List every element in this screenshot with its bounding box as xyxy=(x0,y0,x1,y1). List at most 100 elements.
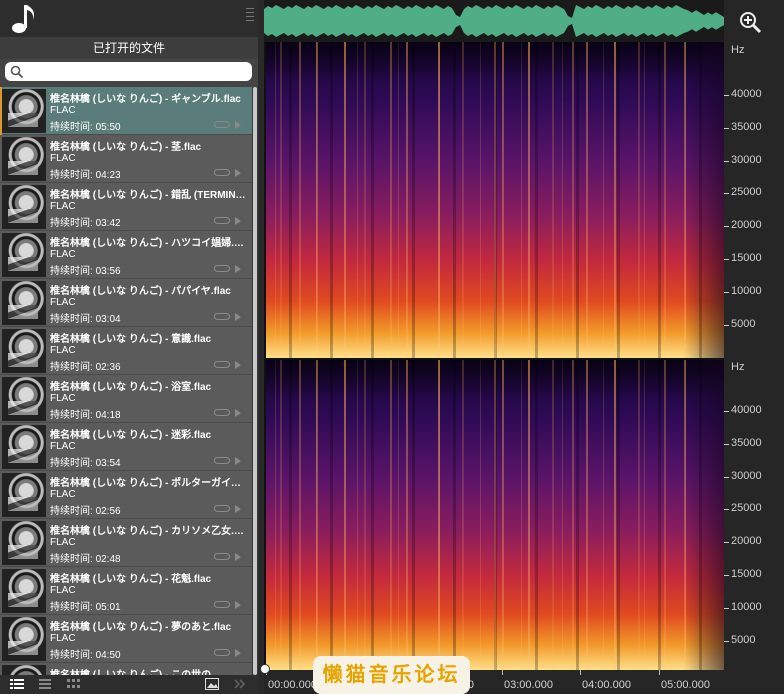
play-icon[interactable] xyxy=(235,361,241,369)
music-note-icon[interactable] xyxy=(8,2,38,36)
zoom-in-icon[interactable] xyxy=(738,10,762,34)
play-icon[interactable] xyxy=(235,409,241,417)
collapse-icon[interactable] xyxy=(233,678,247,690)
album-art-thumbnail xyxy=(2,569,46,613)
file-name: 椎名林檎 (しいな りんご) - カリソメ乙女.flac xyxy=(50,526,246,537)
file-list-item[interactable]: 椎名林檎 (しいな りんご) - 迷彩.flac FLAC 持续时间: 03:54 xyxy=(0,423,252,471)
file-duration: 持续时间: 04:23 xyxy=(50,166,121,181)
frequency-tick-label: 5000 xyxy=(731,634,756,646)
time-tick xyxy=(502,670,503,675)
frequency-tick xyxy=(724,542,729,543)
play-icon[interactable] xyxy=(235,121,241,129)
detail-view-icon[interactable] xyxy=(38,678,52,690)
play-icon[interactable] xyxy=(235,553,241,561)
spectrogram-channel-right[interactable] xyxy=(266,360,724,670)
play-icon[interactable] xyxy=(235,505,241,513)
file-list-item[interactable]: 椎名林檎 (しいな りんご) - ハツコイ娼婦.flac FLAC 持续时间: 03… xyxy=(0,231,252,279)
spectral-streak xyxy=(614,42,616,358)
file-list-item[interactable]: 椎名林檎 (しいな りんご) - この世のFLAC持续时间: xyxy=(0,663,252,675)
file-name: 椎名林檎 (しいな りんご) - 茎.flac xyxy=(50,142,202,153)
drag-handle-icon[interactable] xyxy=(246,6,254,26)
file-list-item[interactable]: 椎名林檎 (しいな りんご) - 茎.flac FLAC 持续时间: 04:23 xyxy=(0,135,252,183)
spectral-streak xyxy=(494,360,496,670)
spectral-streak xyxy=(390,42,392,358)
duration-label: 持续时间: xyxy=(50,122,96,133)
spectral-streak xyxy=(528,42,530,358)
duration-label: 持续时间: xyxy=(50,650,96,661)
time-tick xyxy=(659,670,660,675)
spectral-streak xyxy=(552,42,554,358)
toggle-icon[interactable] xyxy=(214,361,230,368)
time-tick-label: 04:00.000 xyxy=(582,679,631,691)
file-duration: 持续时间: 05:50 xyxy=(50,118,121,133)
file-name: 椎名林檎 (しいな りんご) - 夢のあと.flac xyxy=(50,622,232,633)
frequency-tick xyxy=(724,259,729,260)
play-icon[interactable] xyxy=(235,649,241,657)
toggle-icon[interactable] xyxy=(214,121,230,128)
frequency-tick xyxy=(724,575,729,576)
play-icon[interactable] xyxy=(235,457,241,465)
waveform-overview[interactable] xyxy=(264,0,724,42)
file-name: 椎名林檎 (しいな りんご) - 意識.flac xyxy=(50,334,212,345)
spectral-streak xyxy=(586,42,588,358)
toggle-icon[interactable] xyxy=(214,217,230,224)
play-icon[interactable] xyxy=(235,169,241,177)
file-list-item[interactable]: 椎名林檎 (しいな りんご) - 花魁.flac FLAC 持续时间: 05:01 xyxy=(0,567,252,615)
file-list-item[interactable]: 椎名林檎 (しいな りんご) - 錯乱 (TERMINAL).flacFLAC 持… xyxy=(0,183,252,231)
list-view-icon[interactable] xyxy=(10,678,24,690)
file-list-item[interactable]: 椎名林檎 (しいな りんご) - ポルターガイスト.flacFLAC 持续时间: … xyxy=(0,471,252,519)
spectral-streak xyxy=(572,42,574,358)
file-list-item[interactable]: 椎名林檎 (しいな りんご) - カリソメ乙女.flac FLAC 持续时间: 02… xyxy=(0,519,252,567)
toggle-icon[interactable] xyxy=(214,265,230,272)
file-duration: 持续时间: 05:01 xyxy=(50,598,121,613)
search-input[interactable] xyxy=(5,62,252,81)
spectral-streak xyxy=(586,360,588,670)
spectral-streak xyxy=(502,42,504,358)
album-art-thumbnail xyxy=(2,473,46,517)
spectral-streak xyxy=(344,42,346,358)
file-list: 椎名林檎 (しいな りんご) - ギャンブル.flac FLAC 持续时间: 05:… xyxy=(0,87,252,675)
file-format: FLAC xyxy=(50,201,76,212)
file-list-item[interactable]: 椎名林檎 (しいな りんご) - 浴室.flac FLAC 持续时间: 04:18 xyxy=(0,375,252,423)
file-list-item[interactable]: 椎名林檎 (しいな りんご) - ギャンブル.flac FLAC 持续时间: 05:… xyxy=(0,87,252,135)
playhead-handle[interactable] xyxy=(260,664,270,674)
toggle-icon[interactable] xyxy=(214,649,230,656)
toggle-icon[interactable] xyxy=(214,409,230,416)
album-art-thumbnail xyxy=(2,137,46,181)
play-icon[interactable] xyxy=(235,601,241,609)
image-icon[interactable] xyxy=(205,678,219,690)
toggle-icon[interactable] xyxy=(214,601,230,608)
play-icon[interactable] xyxy=(235,265,241,273)
file-name: 椎名林檎 (しいな りんご) - ギャンブル.flac xyxy=(50,94,241,105)
duration-label: 持续时间: xyxy=(50,362,96,373)
duration-value: 04:18 xyxy=(95,410,121,421)
frequency-unit-label: Hz xyxy=(731,361,745,373)
duration-value: 05:01 xyxy=(95,602,121,613)
search-icon xyxy=(10,65,24,79)
file-list-item[interactable]: 椎名林檎 (しいな りんご) - パパイヤ.flac FLAC 持续时间: 03:0… xyxy=(0,279,252,327)
file-name: 椎名林檎 (しいな りんご) - パパイヤ.flac xyxy=(50,286,231,297)
play-icon[interactable] xyxy=(235,313,241,321)
toggle-icon[interactable] xyxy=(214,457,230,464)
file-list-item[interactable]: 椎名林檎 (しいな りんご) - 夢のあと.flac FLAC 持续时间: 04:5… xyxy=(0,615,252,663)
file-format: FLAC xyxy=(50,537,76,548)
toggle-icon[interactable] xyxy=(214,553,230,560)
spectrogram-channel-left[interactable] xyxy=(266,42,724,358)
toggle-icon[interactable] xyxy=(214,505,230,512)
spectral-streak xyxy=(572,360,574,670)
play-icon[interactable] xyxy=(235,217,241,225)
file-list-item[interactable]: 椎名林檎 (しいな りんご) - 意識.flac FLAC 持续时间: 02:36 xyxy=(0,327,252,375)
toggle-icon[interactable] xyxy=(214,169,230,176)
sidebar-scrollbar-thumb[interactable] xyxy=(253,87,257,675)
frequency-tick-label: 25000 xyxy=(731,186,762,198)
file-sidebar: 已打开的文件 椎名林檎 (しいな りんご) - ギャンブル.flac FLAC 持续… xyxy=(0,0,258,694)
grid-view-icon[interactable] xyxy=(66,678,80,690)
album-art-thumbnail xyxy=(2,185,46,229)
frequency-tick-label: 5000 xyxy=(731,318,756,330)
album-art-thumbnail xyxy=(2,329,46,373)
album-art-thumbnail xyxy=(2,665,46,675)
file-format: FLAC xyxy=(50,345,76,356)
file-duration: 持续时间: 03:54 xyxy=(50,454,121,469)
duration-value: 02:56 xyxy=(95,506,121,517)
toggle-icon[interactable] xyxy=(214,313,230,320)
